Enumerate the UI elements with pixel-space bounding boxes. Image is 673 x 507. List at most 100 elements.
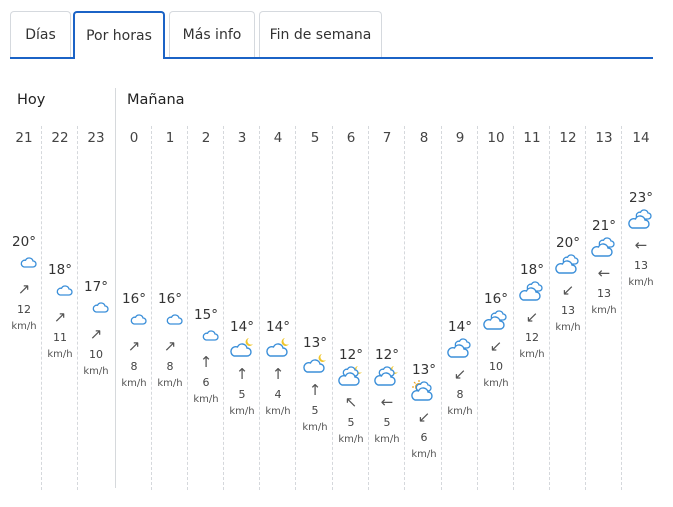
wind-unit: km/h	[338, 434, 364, 445]
clouds-icon	[628, 209, 652, 229]
forecast-block: 21° ← 13 km/h	[586, 218, 622, 316]
wind-direction-arrow: ←	[634, 236, 648, 254]
hour-column: 12 20° ↙ 13 km/h	[550, 120, 586, 490]
forecast-block: 18° ↙ 12 km/h	[514, 262, 550, 360]
wind-unit: km/h	[483, 378, 509, 389]
hour-column: 9 14° ↙ 8 km/h	[442, 120, 478, 490]
wind-direction-arrow: ↗	[53, 308, 67, 326]
temperature: 21°	[592, 218, 616, 234]
temperature: 13°	[303, 335, 327, 351]
forecast-block: 18° ↗ 11 km/h	[42, 262, 78, 360]
wind-direction-arrow: ↙	[453, 365, 467, 383]
tab-fin-de-semana[interactable]: Fin de semana	[259, 11, 382, 57]
forecast-block: 14° ↑ 5 km/h	[224, 319, 260, 417]
wind-unit: km/h	[374, 434, 400, 445]
clouds-icon	[555, 254, 579, 274]
tab-dias[interactable]: Días	[10, 11, 71, 57]
moon-cloud-icon	[123, 312, 147, 330]
hour-column: 2 15° ↑ 6 km/h	[188, 120, 224, 490]
hour-column: 14 23° ← 13 km/h	[623, 120, 659, 490]
hour-label: 4	[273, 130, 283, 146]
temperature: 14°	[230, 319, 254, 335]
wind-direction-arrow: ↑	[199, 353, 213, 371]
wind-direction-arrow: ↙	[561, 281, 575, 299]
moon-cloud-icon	[85, 300, 109, 318]
wind-speed: 10	[89, 348, 103, 361]
hour-label: 0	[129, 130, 139, 146]
hour-label: 2	[201, 130, 211, 146]
forecast-block: 12° ← 5 km/h	[369, 347, 405, 445]
moon-cloud-icon	[49, 283, 73, 301]
hour-label: 9	[455, 130, 465, 146]
temperature: 14°	[266, 319, 290, 335]
hour-column: 1 16° ↗ 8 km/h	[152, 120, 188, 490]
temperature: 23°	[629, 190, 653, 206]
cloud-moon-icon	[266, 338, 289, 357]
forecast-block: 17° ↗ 10 km/h	[78, 279, 114, 377]
hour-column: 7 12° ← 5 km/h	[369, 120, 405, 490]
wind-direction-arrow: ↑	[271, 365, 285, 383]
wind-unit: km/h	[302, 422, 328, 433]
wind-speed: 8	[130, 360, 138, 373]
wind-speed: 6	[202, 376, 210, 389]
temperature: 15°	[194, 307, 218, 323]
hour-column: 13 21° ← 13 km/h	[586, 120, 622, 490]
temperature: 14°	[448, 319, 472, 335]
hour-column: 6 12° ↖ 5 km/h	[333, 120, 369, 490]
hour-column: 10 16° ↙ 10 km/h	[478, 120, 514, 490]
wind-unit: km/h	[193, 394, 219, 405]
hour-label: 8	[419, 130, 429, 146]
wind-speed: 10	[489, 360, 503, 373]
clouds-icon	[519, 281, 543, 301]
wind-direction-arrow: ↗	[89, 325, 103, 343]
forecast-block: 14° ↙ 8 km/h	[442, 319, 478, 417]
wind-speed: 4	[274, 388, 282, 401]
moon-cloud-icon	[159, 312, 183, 330]
tab-bar: Días Por horas Más info Fin de semana	[10, 11, 653, 59]
day-label-today: Hoy	[17, 92, 46, 108]
wind-unit: km/h	[591, 305, 617, 316]
wind-unit: km/h	[83, 366, 109, 377]
forecast-block: 20° ↙ 13 km/h	[550, 235, 586, 333]
wind-unit: km/h	[47, 349, 73, 360]
hour-label: 3	[237, 130, 247, 146]
hour-label: 21	[15, 130, 33, 146]
wind-speed: 12	[17, 303, 31, 316]
tab-mas-info[interactable]: Más info	[169, 11, 255, 57]
hour-label: 6	[346, 130, 356, 146]
moon-cloud-icon	[195, 328, 219, 346]
wind-speed: 8	[456, 388, 464, 401]
wind-speed: 5	[238, 388, 246, 401]
wind-direction-arrow: ←	[380, 393, 394, 411]
forecast-block: 16° ↙ 10 km/h	[478, 291, 514, 389]
hour-column: 8 13° ↙ 6 km/h	[406, 120, 442, 490]
forecast-block: 16° ↗ 8 km/h	[152, 291, 188, 389]
temperature: 12°	[339, 347, 363, 363]
hour-label: 1	[165, 130, 175, 146]
wind-unit: km/h	[628, 277, 654, 288]
wind-direction-arrow: ↙	[525, 308, 539, 326]
hour-label: 11	[523, 130, 541, 146]
temperature: 16°	[484, 291, 508, 307]
clouds-icon	[447, 338, 471, 358]
forecast-block: 13° ↑ 5 km/h	[297, 335, 333, 433]
wind-unit: km/h	[121, 378, 147, 389]
clouds-moon-icon	[374, 366, 398, 386]
tab-por-horas[interactable]: Por horas	[73, 11, 165, 59]
hour-label: 12	[559, 130, 577, 146]
wind-unit: km/h	[447, 406, 473, 417]
hour-label: 23	[87, 130, 105, 146]
temperature: 16°	[122, 291, 146, 307]
wind-speed: 5	[311, 404, 319, 417]
cloud-moon-icon	[230, 338, 253, 357]
hour-label: 14	[632, 130, 650, 146]
hour-label: 22	[51, 130, 69, 146]
hour-column: 22 18° ↗ 11 km/h	[42, 120, 78, 490]
wind-direction-arrow: ↑	[308, 381, 322, 399]
forecast-block: 23° ← 13 km/h	[623, 190, 659, 288]
hour-column: 23 17° ↗ 10 km/h	[78, 120, 114, 490]
wind-speed: 6	[420, 431, 428, 444]
hour-label: 10	[487, 130, 505, 146]
wind-speed: 8	[166, 360, 174, 373]
wind-speed: 5	[383, 416, 391, 429]
